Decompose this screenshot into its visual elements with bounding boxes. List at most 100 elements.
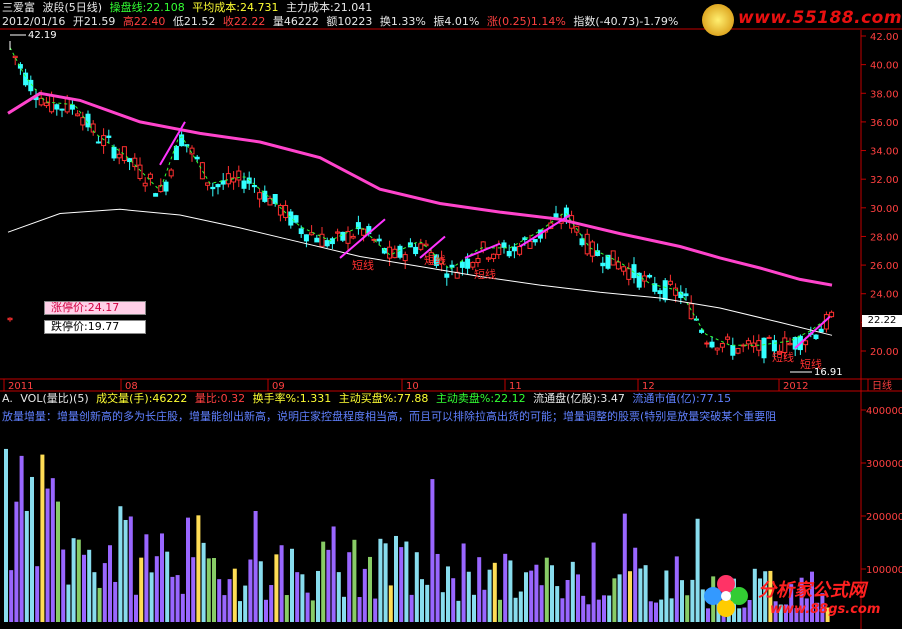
candle-body <box>501 242 507 248</box>
volume-bar <box>617 574 622 622</box>
time-tick-label: 2011 <box>8 381 33 392</box>
candle-body <box>371 238 377 241</box>
volume-bar <box>102 563 107 622</box>
volume-bar <box>336 572 341 622</box>
candle-body <box>517 245 523 255</box>
price-tick-label: 28.00 <box>870 232 899 243</box>
volume-bar <box>87 549 92 622</box>
volume-bar <box>196 515 201 622</box>
volume-bar <box>134 594 138 622</box>
volume-bar <box>690 579 695 622</box>
volume-tick-label: 200000 <box>866 512 902 523</box>
volume-bar <box>492 562 497 622</box>
candlesticks <box>7 55 835 364</box>
price-tick-label: 24.00 <box>870 290 899 301</box>
candle-body <box>766 336 772 339</box>
candle-body <box>485 257 491 260</box>
volume-bar <box>279 545 284 622</box>
candle-body <box>532 239 538 243</box>
quote-change: 涨(0.25)1.14% <box>486 15 566 28</box>
candle-body <box>137 164 143 180</box>
candle-body <box>688 303 694 320</box>
current-price-tag: 22.22 <box>862 315 902 327</box>
candle-body <box>527 240 533 249</box>
candle-body <box>251 184 257 188</box>
volume-bar <box>477 557 482 622</box>
volume-bar <box>316 570 320 622</box>
candle-body <box>80 117 86 126</box>
candle-body <box>667 280 673 285</box>
candle-body <box>475 258 481 264</box>
volume-bar <box>331 526 336 622</box>
volume-bar <box>160 533 164 622</box>
time-tick-label: 08 <box>125 381 138 392</box>
volume-bar <box>24 510 29 622</box>
candle-body <box>257 192 263 200</box>
candle-body <box>376 238 382 242</box>
volume-bar <box>248 559 253 622</box>
short-trend-segment <box>794 315 831 349</box>
candle-body <box>709 341 715 348</box>
candle-body <box>361 228 367 236</box>
volume-tick-label: 300000 <box>866 459 902 470</box>
candle-body <box>818 328 824 333</box>
candle-body <box>704 342 710 345</box>
volume-bar <box>394 535 398 622</box>
candle-body <box>38 97 44 106</box>
quote-date: 2012/01/16 <box>2 15 66 28</box>
volume-bar <box>565 580 570 622</box>
volume-bar <box>212 558 216 622</box>
volume-bar <box>576 574 580 622</box>
vol-active-sell: 主动卖盘%:22.12 <box>435 392 526 405</box>
volume-bar <box>310 600 315 622</box>
volume-bar <box>154 556 159 622</box>
volume-bar <box>274 554 279 622</box>
candle-body <box>168 169 174 177</box>
watermark-bottom: 分析家公式网 www.88gs.com <box>700 570 900 626</box>
price-tick-label: 40.00 <box>870 61 899 72</box>
candle-body <box>418 243 424 250</box>
indicator-name: 波段(5日线) <box>42 1 103 14</box>
watermark-url: www.55188.com <box>738 8 902 28</box>
volume-bar <box>118 506 123 622</box>
candle-body <box>12 55 18 59</box>
volume-bar <box>4 448 8 622</box>
candle-body <box>142 182 148 187</box>
slow-ma-line <box>7 208 833 336</box>
candle-body <box>147 173 153 179</box>
title-bar: 三爱富 波段(5日线) 操盘线:22.108 平均成本:24.731 主力成本:… <box>2 1 376 15</box>
volume-bar <box>524 572 528 622</box>
volume-bar <box>513 597 518 622</box>
price-tick-label: 30.00 <box>870 204 899 215</box>
volume-bar <box>305 592 310 622</box>
candle-body <box>673 287 679 296</box>
stock-name: 三爱富 <box>2 1 35 14</box>
volume-bar <box>342 596 346 622</box>
volume-bar <box>425 584 430 622</box>
price-tick-label: 34.00 <box>870 147 899 158</box>
quote-amount: 额10223 <box>326 15 373 28</box>
vol-indicator-name: VOL(量比)(5) <box>20 392 89 405</box>
volume-bar <box>113 581 118 622</box>
candle-body <box>262 190 268 202</box>
limit-down-price: 跌停价:19.77 <box>44 320 146 334</box>
main-cost-value: 主力成本:21.041 <box>286 1 373 14</box>
candle-body <box>761 337 767 359</box>
volume-bar <box>435 553 440 622</box>
volume-bar <box>300 574 305 622</box>
candle-body <box>829 311 835 318</box>
candle-body <box>459 261 465 268</box>
volume-bar <box>414 552 419 622</box>
volume-bar <box>139 557 144 622</box>
candle-body <box>194 156 200 160</box>
volume-bar <box>628 571 632 622</box>
volume-bar <box>71 538 76 622</box>
time-tick-label: 日线 <box>872 379 892 392</box>
candle-body <box>662 280 668 301</box>
price-tick-label: 20.00 <box>870 347 899 358</box>
volume-bar <box>378 538 383 622</box>
candle-body <box>506 250 512 257</box>
candle-body <box>813 334 819 339</box>
turnover-line-value: 操盘线:22.108 <box>109 1 185 14</box>
volume-bar <box>430 479 435 622</box>
